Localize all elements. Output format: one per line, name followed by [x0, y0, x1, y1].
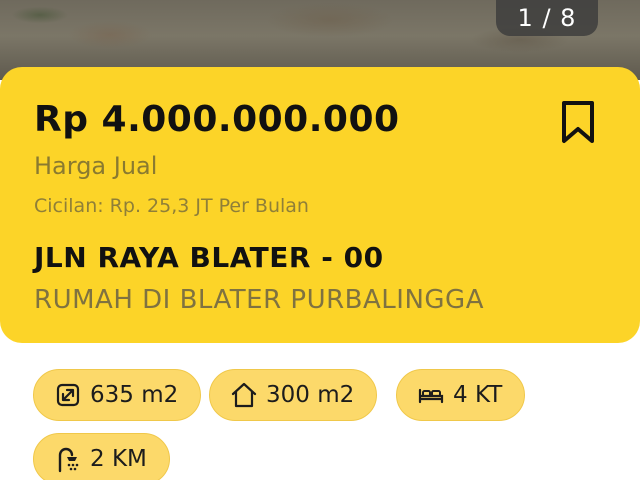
bedroom-label: 4 KT	[453, 382, 503, 408]
building-area-label: 300 m2	[266, 382, 355, 408]
bedroom-chip: 4 KT	[396, 369, 526, 421]
bookmark-button[interactable]	[560, 100, 596, 144]
land-area-chip: 635 m2	[33, 369, 202, 421]
installment-text: Cicilan: Rp. 25,3 JT Per Bulan	[34, 195, 309, 217]
price-type-label: Harga Jual	[34, 152, 158, 180]
building-area-icon	[231, 382, 257, 408]
bathroom-label: 2 KM	[90, 446, 147, 472]
bookmark-icon	[562, 101, 594, 143]
bathroom-chip: 2 KM	[33, 433, 170, 480]
building-area-chip: 300 m2	[209, 369, 378, 421]
bathroom-icon	[58, 447, 79, 473]
photo-counter: 1 / 8	[496, 0, 598, 36]
listing-price: Rp 4.000.000.000	[34, 99, 400, 140]
bedroom-icon	[418, 388, 444, 404]
listing-subtitle: RUMAH DI BLATER PURBALINGGA	[34, 285, 484, 315]
land-area-icon	[56, 383, 80, 407]
listing-street: JLN RAYA BLATER - 00	[34, 241, 384, 274]
land-area-label: 635 m2	[90, 382, 179, 408]
